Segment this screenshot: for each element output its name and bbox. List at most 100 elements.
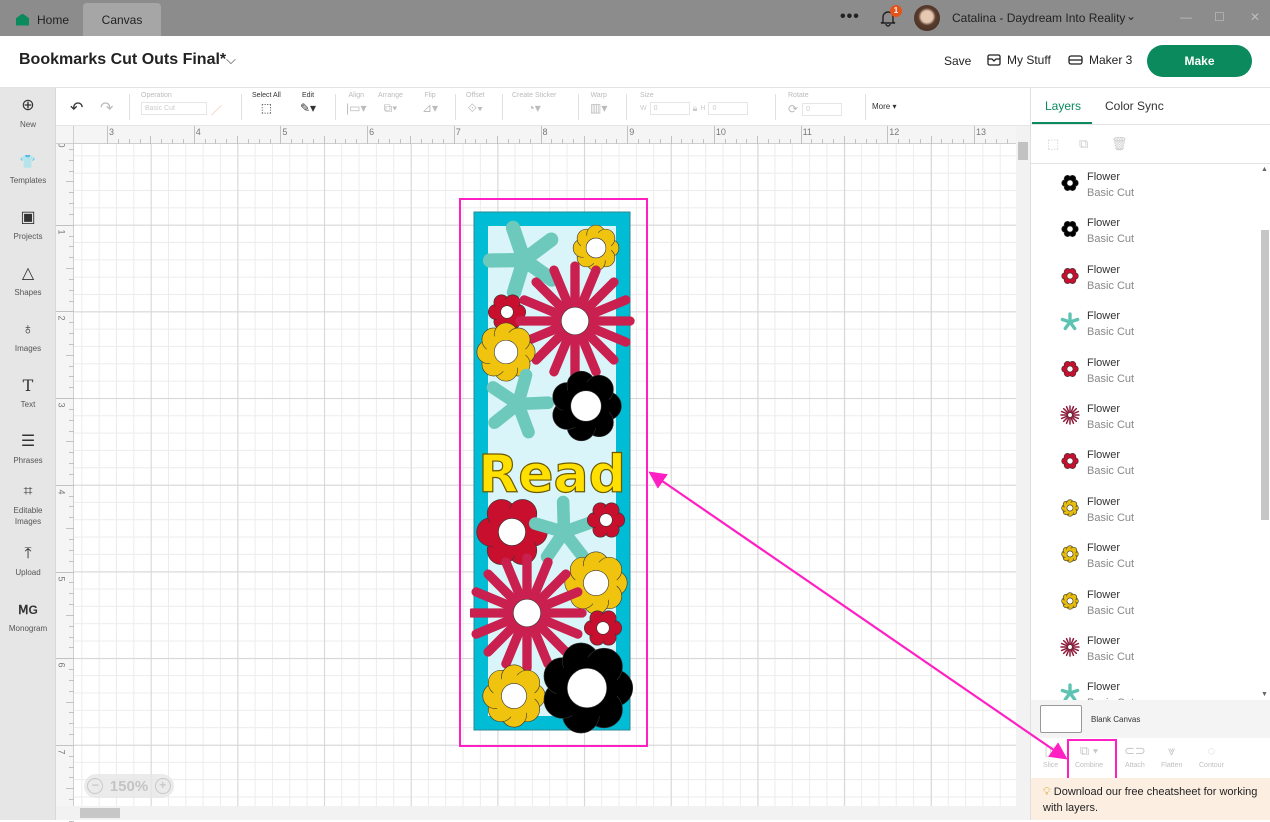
project-title[interactable]: Bookmarks Cut Outs Final* xyxy=(19,51,226,69)
layer-item[interactable]: FlowerBasic Cut xyxy=(1031,350,1259,396)
flower-shape[interactable] xyxy=(1062,268,1079,283)
maximize-button[interactable]: ☐ xyxy=(1214,10,1225,24)
edit-toolbar: ↶ ↷ Operation Basic Cut ／ Select All ⬚ E… xyxy=(56,88,1030,126)
create-sticker-button[interactable]: Create Sticker ◔▾ xyxy=(512,92,556,115)
align-button[interactable]: Align |▭▾ xyxy=(346,92,366,115)
user-name[interactable]: Catalina - Daydream Into Reality xyxy=(952,11,1125,25)
tip-text[interactable]: Download our free cheatsheet for working… xyxy=(1043,786,1257,814)
tab-canvas-label: Canvas xyxy=(102,13,143,27)
blank-canvas-swatch[interactable] xyxy=(1040,705,1082,733)
machine-select-button[interactable]: Maker 3 xyxy=(1068,53,1132,67)
sidebar-item-phrases[interactable]: ☰Phrases xyxy=(0,432,56,466)
attach-button[interactable]: ⊂⊃Attach xyxy=(1124,743,1146,769)
zoom-in-icon[interactable]: + xyxy=(155,778,171,794)
flower-shape[interactable] xyxy=(1062,175,1079,190)
slice-button[interactable]: ◫Slice xyxy=(1043,743,1058,769)
layer-item[interactable]: FlowerBasic Cut xyxy=(1031,628,1259,674)
pen-color-icon[interactable]: ／ xyxy=(211,102,222,118)
my-stuff-button[interactable]: My Stuff xyxy=(987,53,1051,67)
sidebar-item-templates[interactable]: 👕Templates xyxy=(0,152,56,186)
height-input[interactable]: 0 xyxy=(708,102,748,115)
tab-color-sync[interactable]: Color Sync xyxy=(1105,99,1164,113)
zoom-control: − 150% + xyxy=(84,774,174,798)
canvas-horizontal-scrollbar[interactable] xyxy=(56,806,1030,820)
flower-shape[interactable] xyxy=(1062,454,1079,469)
sidebar-item-shapes[interactable]: △Shapes xyxy=(0,264,56,298)
layer-scrollbar[interactable]: ▲ ▼ xyxy=(1259,164,1270,700)
redo-button[interactable]: ↷ xyxy=(100,98,113,118)
more-options-icon[interactable]: ••• xyxy=(840,8,860,26)
daisy-shape[interactable] xyxy=(1061,638,1079,656)
trash-icon[interactable]: 🗑︎ xyxy=(1111,136,1128,152)
tab-layers[interactable]: Layers xyxy=(1045,99,1081,113)
flower-shape[interactable] xyxy=(1062,499,1079,516)
warp-button[interactable]: Warp ▥▾ xyxy=(590,92,607,115)
sidebar-item-editable-images[interactable]: ⌗Editable Images xyxy=(0,482,56,527)
sidebar-item-monogram[interactable]: ⅯGMonogram xyxy=(0,600,56,634)
flatten-button[interactable]: ⩔Flatten xyxy=(1161,743,1182,769)
layer-item[interactable]: FlowerBasic Cut xyxy=(1031,210,1259,256)
align-icon: |▭▾ xyxy=(346,101,366,115)
star-shape[interactable] xyxy=(1062,685,1077,699)
operation-select[interactable]: Operation Basic Cut ／ xyxy=(141,92,222,118)
layer-item[interactable]: FlowerBasic Cut xyxy=(1031,489,1259,535)
cheatsheet-tip[interactable]: 💡︎ Download our free cheatsheet for work… xyxy=(1031,778,1270,820)
sidebar-item-upload[interactable]: ⤒Upload xyxy=(0,544,56,578)
layer-item[interactable]: FlowerBasic Cut xyxy=(1031,535,1259,581)
layer-name: Flower xyxy=(1087,635,1120,647)
edit-button[interactable]: Edit ✎▾ xyxy=(300,92,316,115)
undo-button[interactable]: ↶ xyxy=(70,98,83,118)
layer-name: Flower xyxy=(1087,496,1120,508)
flower-shape[interactable] xyxy=(1062,222,1079,237)
operation-value[interactable]: Basic Cut xyxy=(141,102,207,115)
tab-canvas[interactable]: Canvas xyxy=(83,3,161,36)
sidebar-item-projects[interactable]: ▣Projects xyxy=(0,208,56,242)
warp-icon: ▥▾ xyxy=(590,101,607,115)
layer-item[interactable]: FlowerBasic Cut xyxy=(1031,582,1259,628)
zoom-out-icon[interactable]: − xyxy=(87,778,103,794)
flower-shape[interactable] xyxy=(1062,592,1079,609)
layer-item[interactable]: FlowerBasic Cut xyxy=(1031,442,1259,488)
layer-item[interactable]: FlowerBasic Cut xyxy=(1031,396,1259,442)
ruler-label: 11 xyxy=(803,127,812,137)
sidebar-item-images[interactable]: ♁Images xyxy=(0,320,56,354)
chevron-down-icon[interactable]: ⌄ xyxy=(1126,9,1136,23)
layer-item[interactable]: FlowerBasic Cut xyxy=(1031,257,1259,303)
ruler-label: 12 xyxy=(889,127,899,137)
save-button[interactable]: Save xyxy=(944,54,971,68)
select-all-button[interactable]: Select All ⬚ xyxy=(252,92,281,115)
make-button[interactable]: Make xyxy=(1147,45,1252,77)
combine-highlight-box xyxy=(1067,739,1117,781)
layer-item[interactable]: FlowerBasic Cut xyxy=(1031,303,1259,349)
star-shape[interactable] xyxy=(1062,314,1077,328)
group-icon[interactable]: ⬚ xyxy=(1047,136,1059,152)
blank-canvas-row[interactable]: Blank Canvas xyxy=(1031,700,1270,738)
width-input[interactable]: 0 xyxy=(650,102,690,115)
arrange-button[interactable]: Arrange ⧉▾ xyxy=(378,92,403,116)
rotate-input[interactable]: 0 xyxy=(802,103,842,116)
flip-button[interactable]: Flip ⊿▾ xyxy=(422,92,438,115)
layer-item[interactable]: FlowerBasic Cut xyxy=(1031,674,1259,700)
lock-icon[interactable]: 🔒︎ xyxy=(693,103,698,114)
close-button[interactable]: ✕ xyxy=(1250,10,1260,24)
avatar[interactable] xyxy=(914,5,940,31)
sidebar-item-text[interactable]: TText xyxy=(0,376,56,410)
layer-name: Flower xyxy=(1087,264,1120,276)
contour-button[interactable]: ◌Contour xyxy=(1199,743,1224,769)
monogram-icon: ⅯG xyxy=(18,600,38,620)
chevron-down-icon[interactable]: ⌵ xyxy=(226,52,236,68)
minimize-button[interactable]: — xyxy=(1180,10,1192,24)
more-button[interactable]: More ▾ xyxy=(872,102,896,111)
canvas-vertical-scrollbar[interactable] xyxy=(1016,126,1030,808)
layer-item[interactable]: FlowerBasic Cut xyxy=(1031,164,1259,210)
flower-shape[interactable] xyxy=(1062,546,1079,563)
sidebar-item-new[interactable]: ⊕New xyxy=(0,96,56,130)
tab-home[interactable]: Home xyxy=(0,3,82,36)
duplicate-icon[interactable]: ⧉ xyxy=(1079,136,1088,152)
selection-box[interactable] xyxy=(459,198,648,747)
offset-button[interactable]: Offset ⟐▾ xyxy=(466,92,485,116)
ruler-label: 9 xyxy=(629,127,634,137)
daisy-shape[interactable] xyxy=(1061,406,1079,424)
tshirt-icon: 👕 xyxy=(20,152,36,172)
flower-shape[interactable] xyxy=(1062,361,1079,376)
